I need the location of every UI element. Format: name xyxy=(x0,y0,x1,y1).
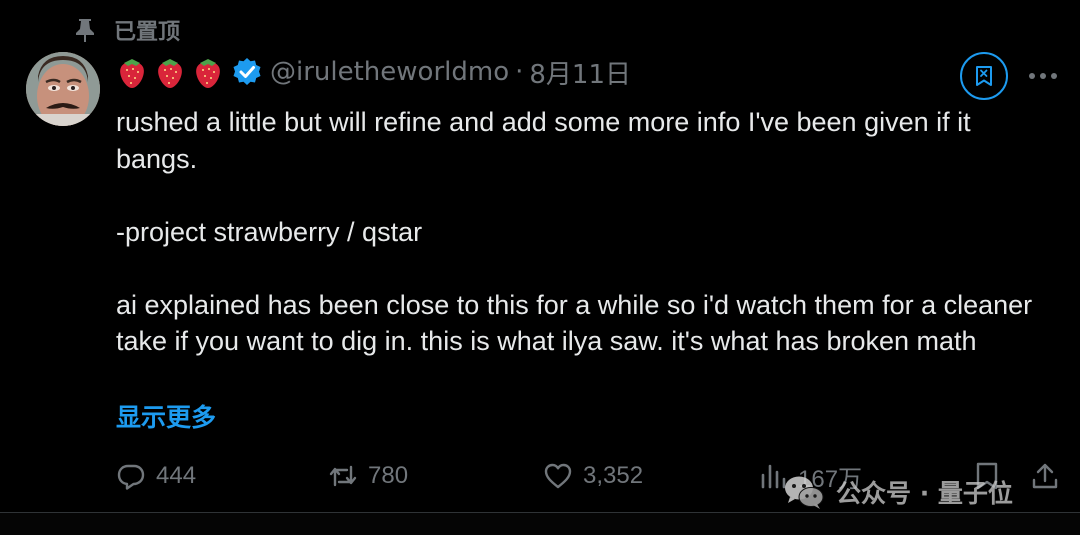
strawberry-icon xyxy=(196,59,220,88)
pinned-label: 已置顶 xyxy=(114,20,181,45)
avatar[interactable] xyxy=(26,52,100,126)
repost-count: 780 xyxy=(368,462,409,489)
views-button[interactable]: 167万 xyxy=(758,454,862,498)
share-button[interactable] xyxy=(1030,454,1060,498)
more-icon xyxy=(1029,73,1057,79)
reply-count: 444 xyxy=(156,462,197,489)
bottom-strip xyxy=(0,513,1080,535)
verified-badge-icon xyxy=(233,58,261,85)
tweet-paragraph: rushed a little but will refine and add … xyxy=(116,107,971,174)
views-count: 167万 xyxy=(798,465,863,493)
reply-button[interactable]: 444 xyxy=(116,454,196,498)
like-button[interactable]: 3,352 xyxy=(543,454,643,498)
pin-icon xyxy=(74,17,96,43)
header-separator: · xyxy=(515,57,524,87)
bookmark-icon xyxy=(976,462,998,490)
grok-button[interactable] xyxy=(960,52,1008,100)
pinned-indicator: 已置顶 xyxy=(74,14,180,46)
more-button[interactable] xyxy=(1026,62,1060,90)
tweet-paragraph: -project strawberry / qstar xyxy=(116,216,423,247)
heart-icon xyxy=(544,463,572,489)
tweet-paragraph: ai explained has been close to this for … xyxy=(116,289,1033,357)
action-bar: 444 780 3,352 167万 xyxy=(0,454,1080,498)
grok-icon xyxy=(976,66,992,86)
tweet-date[interactable]: 8月11日 xyxy=(529,54,631,91)
reply-icon xyxy=(117,464,145,490)
strawberry-icon xyxy=(120,59,144,88)
tweet-header: @iruletheworldmo · 8月11日 xyxy=(116,52,631,92)
display-name[interactable] xyxy=(116,55,224,89)
share-icon xyxy=(1032,463,1058,489)
strawberry-icon xyxy=(158,59,182,88)
bookmark-button[interactable] xyxy=(972,454,1002,498)
repost-icon xyxy=(329,465,357,487)
like-count: 3,352 xyxy=(583,462,644,489)
author-handle[interactable]: @iruletheworldmo xyxy=(270,57,509,87)
tweet-text: rushed a little but will refine and add … xyxy=(116,104,1056,360)
views-icon xyxy=(761,464,786,489)
repost-button[interactable]: 780 xyxy=(328,454,408,498)
show-more-link[interactable]: 显示更多 xyxy=(116,398,216,434)
tweet[interactable]: 已置顶 @iruletheworldmo · 8月11日 rushed a li… xyxy=(0,0,1080,535)
